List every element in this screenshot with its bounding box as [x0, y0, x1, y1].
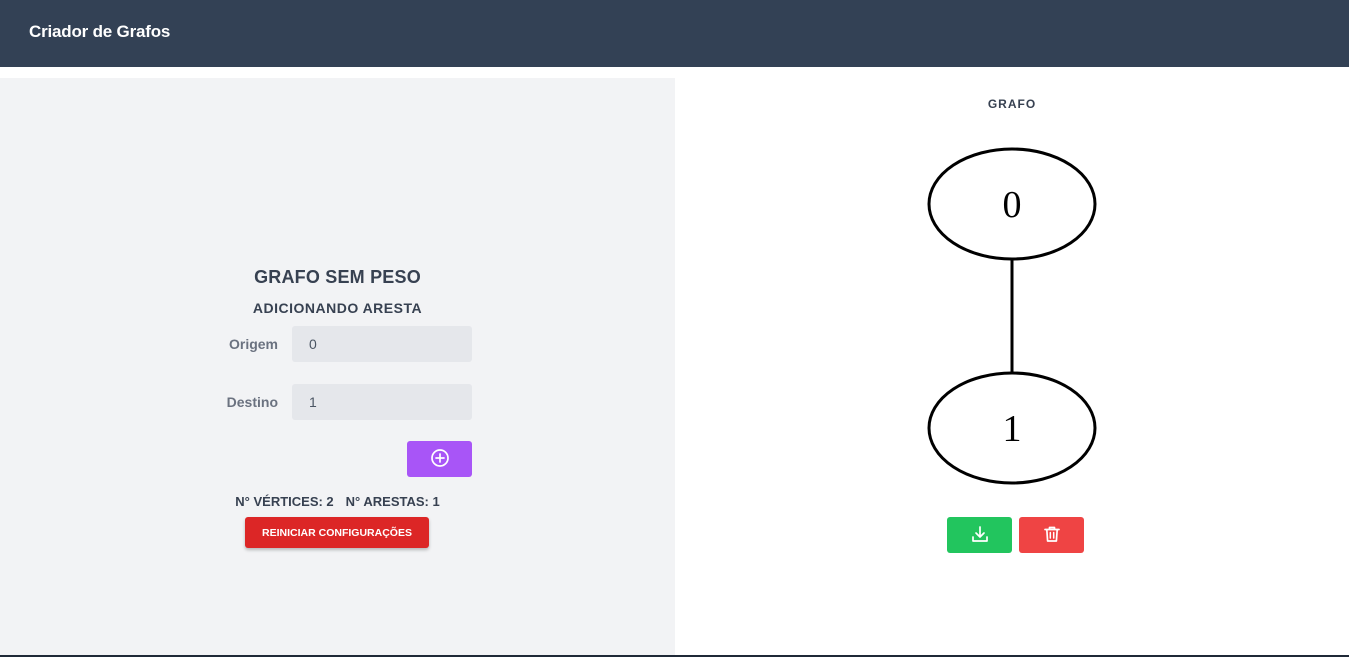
graph-node-label: 0 — [1003, 184, 1022, 226]
download-icon — [971, 525, 989, 546]
form-title: GRAFO SEM PESO — [254, 267, 421, 287]
destination-input[interactable] — [292, 384, 472, 420]
top-navbar: Criador de Grafos — [0, 0, 1349, 67]
graph-panel: GRAFO 0 1 — [675, 78, 1349, 657]
edge-form-panel: GRAFO SEM PESO ADICIONANDO ARESTA Origem… — [0, 78, 675, 657]
reset-settings-button[interactable]: REINICIAR CONFIGURAÇÕES — [245, 517, 429, 548]
origin-label: Origem — [228, 336, 278, 352]
delete-graph-button[interactable] — [1019, 517, 1084, 553]
vertex-count: N° VÉRTICES: 2 — [235, 494, 334, 509]
graph-canvas: 0 1 — [927, 147, 1097, 485]
app-title: Criador de Grafos — [29, 22, 171, 41]
form-subtitle: ADICIONANDO ARESTA — [252, 300, 423, 316]
graph-counts: N° VÉRTICES: 2 N° ARESTAS: 1 — [0, 494, 675, 509]
origin-input[interactable] — [292, 326, 472, 362]
graph-node-label: 1 — [1003, 408, 1022, 450]
download-graph-button[interactable] — [947, 517, 1012, 553]
edge-count: N° ARESTAS: 1 — [345, 494, 440, 509]
destination-label: Destino — [226, 394, 278, 410]
plus-circle-icon — [430, 448, 450, 471]
trash-icon — [1043, 525, 1061, 546]
add-edge-button[interactable] — [407, 441, 472, 477]
